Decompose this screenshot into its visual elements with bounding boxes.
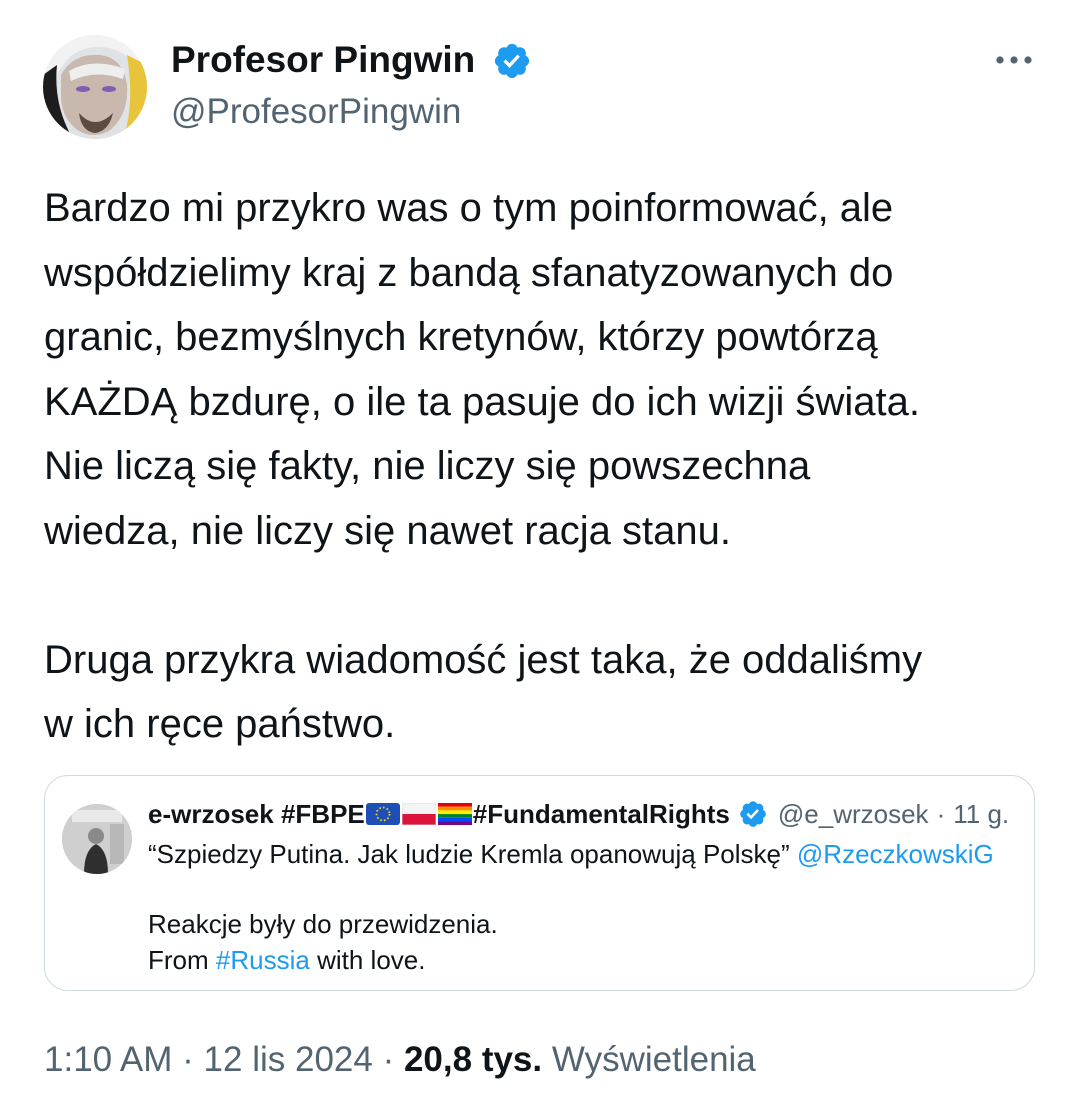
avatar-illustration-icon xyxy=(43,35,147,139)
quoted-line: “Szpiedzy Putina. Jak ludzie Kremla opan… xyxy=(148,836,994,872)
quoted-author-name-suffix[interactable]: #FundamentalRights xyxy=(473,796,730,832)
quoted-author-avatar[interactable] xyxy=(62,804,132,874)
tweet: Profesor Pingwin @ProfesorPingwin Bardzo… xyxy=(0,0,1080,1093)
tweet-line: wiedza, nie liczy się nawet racja stanu. xyxy=(44,508,731,553)
quoted-avatar-photo-icon xyxy=(62,804,132,874)
tweet-text: Bardzo mi przykro was o tym poinformować… xyxy=(44,176,1054,757)
hashtag-link[interactable]: #Russia xyxy=(216,945,310,975)
quoted-header: e-wrzosek #FBPE #FundamentalRights @e_wr… xyxy=(148,794,1009,834)
quoted-separator: · xyxy=(936,799,946,829)
meta-separator: · xyxy=(382,1040,395,1079)
author-display-name[interactable]: Profesor Pingwin xyxy=(171,38,475,82)
quoted-tweet[interactable]: e-wrzosek #FBPE #FundamentalRights @e_wr… xyxy=(44,775,1035,991)
quoted-verified-badge-icon xyxy=(740,801,766,827)
tweet-line: Nie liczą się fakty, nie liczy się powsz… xyxy=(44,444,811,488)
tweet-date[interactable]: 12 lis 2024 xyxy=(204,1040,373,1079)
quoted-author-name[interactable]: e-wrzosek #FBPE xyxy=(148,796,365,832)
tweet-line: KAŻDĄ bzdurę, o ile ta pasuje do ich wiz… xyxy=(44,379,920,424)
views-label[interactable]: Wyświetlenia xyxy=(552,1040,756,1079)
eu-flag-icon xyxy=(365,803,400,825)
tweet-line: współdzielimy kraj z bandą sfanatyzowany… xyxy=(44,250,894,295)
rainbow-flag-icon xyxy=(437,803,472,825)
author-avatar[interactable] xyxy=(43,35,147,139)
quoted-time[interactable]: 11 g. xyxy=(953,796,1009,832)
poland-flag-icon xyxy=(401,803,436,825)
views-count[interactable]: 20,8 tys. xyxy=(404,1040,542,1079)
tweet-meta: 1:10 AM · 12 lis 2024 · 20,8 tys. Wyświe… xyxy=(44,1037,756,1083)
quoted-line-text: with love. xyxy=(317,945,426,975)
tweet-time[interactable]: 1:10 AM xyxy=(44,1040,172,1079)
tweet-line: granic, bezmyślnych kretynów, którzy pow… xyxy=(44,315,878,359)
author-handle[interactable]: @ProfesorPingwin xyxy=(171,90,461,134)
verified-badge-icon[interactable] xyxy=(492,41,532,81)
quoted-line-text: From xyxy=(148,945,209,975)
meta-separator: · xyxy=(182,1040,194,1079)
quoted-line-text: “Szpiedzy Putina. Jak ludzie Kremla opan… xyxy=(148,839,790,869)
tweet-line: w ich ręce państwo. xyxy=(44,702,396,746)
quoted-line: Reakcje były do przewidzenia. xyxy=(148,909,498,939)
quoted-mention-link[interactable]: @RzeczkowskiG xyxy=(797,839,994,869)
tweet-line: Druga przykra wiadomość jest taka, że od… xyxy=(44,637,923,682)
quoted-author-handle[interactable]: @e_wrzosek xyxy=(778,796,929,832)
more-horizontal-icon[interactable] xyxy=(990,48,1038,72)
tweet-line: Bardzo mi przykro was o tym poinformować… xyxy=(44,186,894,230)
quoted-line: From #Russia with love. xyxy=(148,942,425,978)
